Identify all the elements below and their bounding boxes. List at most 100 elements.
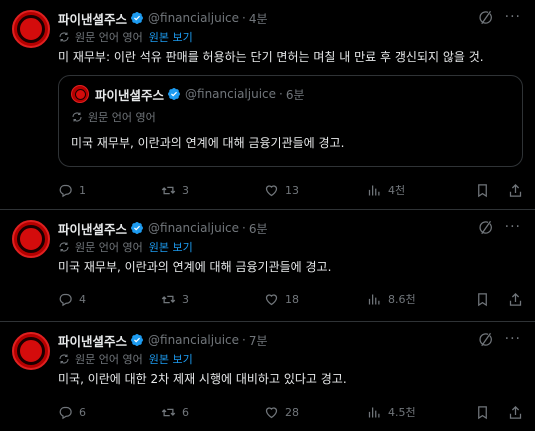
repost-icon xyxy=(161,295,176,303)
repost-icon xyxy=(161,186,176,194)
separator: · xyxy=(242,11,246,25)
grok-icon[interactable] xyxy=(478,220,493,238)
translate-icon xyxy=(58,353,70,365)
separator: · xyxy=(242,333,246,347)
more-icon[interactable]: ··· xyxy=(505,331,521,347)
views-button[interactable]: 4.5천 xyxy=(367,404,470,420)
reply-button[interactable]: 6 xyxy=(58,405,161,420)
translation-bar: 원문 언어 영어 원본 보기 xyxy=(58,350,523,367)
translation-bar: 원문 언어 영어 원본 보기 xyxy=(58,238,523,255)
like-icon xyxy=(265,406,278,418)
repost-button[interactable]: 6 xyxy=(161,405,264,420)
repost-button[interactable]: 3 xyxy=(161,183,264,198)
verified-badge-icon xyxy=(167,87,181,101)
reply-button[interactable]: 4 xyxy=(58,292,161,307)
timestamp[interactable]: 4분 xyxy=(249,10,268,27)
reply-icon xyxy=(59,293,72,306)
action-bar: 1 3 13 4천 xyxy=(58,180,523,200)
tweet-header: 파이낸셜주스 @financialjuice · 6분 xyxy=(58,218,523,238)
tweet-text: 미 재무부: 이란 석유 판매를 허용하는 단기 면허는 며칠 내 만료 후 갱… xyxy=(58,50,484,64)
like-count: 18 xyxy=(285,292,299,306)
timestamp: 6분 xyxy=(285,87,305,102)
avatar[interactable] xyxy=(12,220,50,258)
tweet-header: 파이낸셜주스 @financialjuice · 4분 xyxy=(58,8,523,28)
action-bar: 4 3 18 8.6천 xyxy=(58,289,523,309)
verified-badge-icon xyxy=(130,333,144,347)
timestamp[interactable]: 7분 xyxy=(249,332,268,349)
bookmark-icon[interactable] xyxy=(475,405,490,420)
like-button[interactable]: 13 xyxy=(264,183,367,198)
repost-count: 6 xyxy=(182,405,189,419)
repost-icon xyxy=(161,408,176,416)
grok-icon[interactable] xyxy=(478,332,493,350)
views-button[interactable]: 4천 xyxy=(367,182,470,198)
share-icon[interactable] xyxy=(508,405,523,420)
tweet[interactable]: 파이낸셜주스 @financialjuice · 7분 ··· 원문 언어 영어… xyxy=(0,322,535,431)
view-count: 4천 xyxy=(388,184,406,197)
timestamp[interactable]: 6분 xyxy=(249,220,268,237)
reply-icon xyxy=(59,406,72,419)
repost-count: 3 xyxy=(182,292,189,306)
like-icon xyxy=(265,293,278,305)
show-original-link[interactable]: 원본 보기 xyxy=(149,351,193,367)
tweet[interactable]: 파이낸셜주스 @financialjuice · 4분 ··· 원문 언어 영어… xyxy=(0,0,535,210)
more-icon[interactable]: ··· xyxy=(505,9,521,25)
views-icon xyxy=(368,407,380,417)
translation-label: 원문 언어 영어 xyxy=(75,240,143,254)
show-original-link[interactable]: 원본 보기 xyxy=(149,29,193,45)
translate-icon xyxy=(58,31,70,43)
bookmark-icon[interactable] xyxy=(475,292,490,307)
tweet[interactable]: 파이낸셜주스 @financialjuice · 6분 ··· 원문 언어 영어… xyxy=(0,210,535,322)
verified-badge-icon xyxy=(130,11,144,25)
reply-button[interactable]: 1 xyxy=(58,183,161,198)
avatar xyxy=(71,85,89,103)
grok-icon[interactable] xyxy=(478,10,493,28)
translation-label: 원문 언어 영어 xyxy=(88,110,156,124)
translation-bar: 원문 언어 영어 원본 보기 xyxy=(58,28,523,45)
like-icon xyxy=(265,184,278,196)
display-name[interactable]: 파이낸셜주스 xyxy=(58,9,127,28)
handle[interactable]: @financialjuice xyxy=(148,221,239,235)
translate-icon xyxy=(71,111,83,123)
view-count: 8.6천 xyxy=(388,293,416,306)
view-count: 4.5천 xyxy=(388,406,416,419)
reply-count: 4 xyxy=(79,292,86,306)
avatar[interactable] xyxy=(12,10,50,48)
reply-icon xyxy=(59,184,72,197)
share-icon[interactable] xyxy=(508,183,523,198)
action-bar: 6 6 28 4.5천 xyxy=(58,402,523,422)
quoted-tweet[interactable]: 파이낸셜주스 @financialjuice · 6분 원문 언어 영어 미국 … xyxy=(58,75,523,167)
display-name[interactable]: 파이낸셜주스 xyxy=(58,219,127,238)
like-button[interactable]: 18 xyxy=(264,292,367,307)
translation-label: 원문 언어 영어 xyxy=(75,352,143,366)
tweet-header: 파이낸셜주스 @financialjuice · 7분 xyxy=(58,330,523,350)
handle[interactable]: @financialjuice xyxy=(148,11,239,25)
more-icon[interactable]: ··· xyxy=(505,219,521,235)
avatar[interactable] xyxy=(12,332,50,370)
reply-count: 1 xyxy=(79,183,86,197)
reply-count: 6 xyxy=(79,405,86,419)
like-count: 28 xyxy=(285,405,299,419)
repost-count: 3 xyxy=(182,183,189,197)
handle[interactable]: @financialjuice xyxy=(148,333,239,347)
verified-badge-icon xyxy=(130,221,144,235)
translate-icon xyxy=(58,241,70,253)
quote-text: 미국 재무부, 이란과의 연계에 대해 금융기관들에 경고. xyxy=(71,136,345,150)
display-name[interactable]: 파이낸셜주스 xyxy=(58,331,127,350)
translation-bar: 원문 언어 영어 xyxy=(71,108,510,125)
translation-label: 원문 언어 영어 xyxy=(75,30,143,44)
like-count: 13 xyxy=(285,183,299,197)
bookmark-icon[interactable] xyxy=(475,183,490,198)
show-original-link[interactable]: 원본 보기 xyxy=(149,239,193,255)
separator: · xyxy=(279,87,283,101)
views-button[interactable]: 8.6천 xyxy=(367,291,470,307)
handle: @financialjuice xyxy=(185,87,277,101)
share-icon[interactable] xyxy=(508,292,523,307)
tweet-text: 미국, 이란에 대한 2차 제재 시행에 대비하고 있다고 경고. xyxy=(58,372,347,386)
views-icon xyxy=(368,185,380,195)
views-icon xyxy=(368,294,380,304)
separator: · xyxy=(242,221,246,235)
repost-button[interactable]: 3 xyxy=(161,292,264,307)
tweet-text: 미국 재무부, 이란과의 연계에 대해 금융기관들에 경고. xyxy=(58,260,332,274)
like-button[interactable]: 28 xyxy=(264,405,367,420)
